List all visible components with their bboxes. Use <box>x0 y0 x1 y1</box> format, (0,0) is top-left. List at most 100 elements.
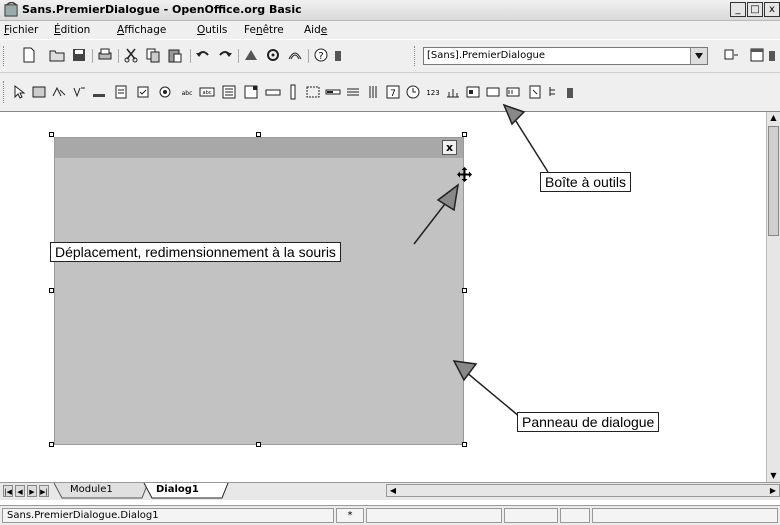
help-icon[interactable]: ? <box>312 46 330 64</box>
save-icon[interactable] <box>70 46 88 64</box>
resize-handle-top-right[interactable] <box>462 132 467 137</box>
select-module-icon[interactable] <box>722 46 740 64</box>
menu-edition[interactable]: Édition <box>54 24 90 36</box>
open-folder-icon[interactable] <box>48 46 66 64</box>
svg-text:?: ? <box>318 51 323 62</box>
menu-bar: Fichier Édition Affichage Outils Fenêtre… <box>0 21 780 39</box>
vertical-scrollbar[interactable]: ▲ ▼ <box>766 112 780 482</box>
copy-icon[interactable] <box>144 46 162 64</box>
currency-field-icon[interactable] <box>444 83 462 101</box>
window-title: Sans.PremierDialogue - OpenOffice.org Ba… <box>22 3 302 16</box>
cut-icon[interactable] <box>122 46 140 64</box>
vertical-line-icon[interactable] <box>364 83 382 101</box>
macros-icon[interactable] <box>264 46 282 64</box>
svg-text:7: 7 <box>390 89 396 99</box>
textbox-control-icon[interactable]: abc <box>198 83 216 101</box>
scroll-up-icon[interactable]: ▲ <box>767 112 780 124</box>
redo-icon[interactable] <box>216 46 234 64</box>
resize-handle-bottom-left[interactable] <box>49 442 54 447</box>
callout-move-resize: Déplacement, redimensionnement à la sour… <box>50 242 341 262</box>
new-document-icon[interactable] <box>20 46 38 64</box>
checkbox-group-icon[interactable] <box>50 83 68 101</box>
svg-text:abc: abc <box>182 90 193 97</box>
status-bar: Sans.PremierDialogue.Dialog1 * <box>0 505 780 525</box>
title-bar: Sans.PremierDialogue - OpenOffice.org Ba… <box>0 0 780 21</box>
tree-control-icon[interactable] <box>546 83 564 101</box>
insert-dialog-icon[interactable] <box>748 46 766 64</box>
resize-handle-right[interactable] <box>462 288 467 293</box>
undo-icon[interactable] <box>194 46 212 64</box>
file-selection-icon[interactable] <box>504 83 522 101</box>
image-control-icon[interactable] <box>30 83 48 101</box>
listbox-icon[interactable] <box>220 83 238 101</box>
toolbar-grip[interactable] <box>3 81 6 103</box>
move-cursor-icon <box>457 167 472 182</box>
progress-bar-icon[interactable] <box>324 83 342 101</box>
callout-toolbox: Boîte à outils <box>540 172 631 192</box>
scroll-down-icon[interactable]: ▼ <box>767 470 780 482</box>
text-field-icon[interactable] <box>112 83 130 101</box>
toolbar-overflow-icon[interactable] <box>566 83 574 101</box>
toolbar-grip[interactable] <box>414 46 417 66</box>
scrollbar-thumb[interactable] <box>768 126 779 236</box>
horizontal-scrollbar[interactable]: ◀ ▶ <box>386 484 780 497</box>
status-field <box>592 508 778 523</box>
scroll-right-icon[interactable]: ▶ <box>767 485 779 496</box>
menu-affichage[interactable]: Affichage <box>117 24 166 36</box>
print-icon[interactable] <box>96 46 114 64</box>
resize-handle-bottom-right[interactable] <box>462 442 467 447</box>
form-properties-icon[interactable] <box>526 83 544 101</box>
tab-module1[interactable]: Module1 <box>64 483 119 498</box>
close-window-button[interactable]: x <box>764 2 780 17</box>
resize-handle-top[interactable] <box>256 132 261 137</box>
controls-toolbox: abc abc 7 123 <box>0 73 780 112</box>
library-combo[interactable]: [Sans].PremierDialogue <box>423 47 708 65</box>
select-pointer-icon[interactable] <box>10 83 28 101</box>
callout-dialog-panel: Panneau de dialogue <box>517 412 660 432</box>
menu-aide[interactable]: Aide <box>304 24 327 36</box>
time-field-icon[interactable] <box>404 83 422 101</box>
toolbar-overflow-icon[interactable] <box>334 46 342 64</box>
scroll-left-icon[interactable]: ◀ <box>387 485 399 496</box>
pattern-field-icon[interactable] <box>484 83 502 101</box>
combobox-icon[interactable] <box>242 83 260 101</box>
checkbox-control-icon[interactable] <box>134 83 152 101</box>
menu-fenetre[interactable]: Fenêtre <box>244 24 284 36</box>
modules-icon[interactable] <box>286 46 304 64</box>
numeric-field-icon[interactable]: 123 <box>424 83 442 101</box>
option-button-icon[interactable] <box>156 83 174 101</box>
resize-handle-top-left[interactable] <box>49 132 54 137</box>
horizontal-scrollbar-icon[interactable] <box>264 83 282 101</box>
last-tab-icon[interactable]: ▶| <box>39 485 49 497</box>
menu-outils[interactable]: Outils <box>197 24 227 36</box>
first-tab-icon[interactable]: |◀ <box>3 485 13 497</box>
paste-icon[interactable] <box>166 46 184 64</box>
dialog-panel[interactable]: x <box>54 137 464 445</box>
resize-handle-bottom[interactable] <box>256 442 261 447</box>
toolbar-grip[interactable] <box>3 46 6 66</box>
dialog-titlebar[interactable]: x <box>55 138 463 158</box>
dialog-close-button[interactable]: x <box>442 140 457 155</box>
maximize-button[interactable]: □ <box>747 2 763 17</box>
status-modified: * <box>336 508 364 523</box>
vertical-scrollbar-icon[interactable] <box>284 83 302 101</box>
navigator-icon[interactable] <box>242 46 260 64</box>
chevron-down-icon[interactable] <box>690 48 707 64</box>
fixed-text-icon[interactable]: abc <box>178 83 196 101</box>
resize-handle-left[interactable] <box>49 288 54 293</box>
prev-tab-icon[interactable]: ◀ <box>15 485 25 497</box>
minimize-button[interactable]: _ <box>730 2 746 17</box>
menu-fichier[interactable]: Fichier <box>4 24 38 36</box>
status-location: Sans.PremierDialogue.Dialog1 <box>2 508 334 523</box>
status-field <box>560 508 590 523</box>
formatted-field-icon[interactable] <box>464 83 482 101</box>
horizontal-line-icon[interactable] <box>344 83 362 101</box>
button-control-icon[interactable] <box>90 83 108 101</box>
label-control-icon[interactable] <box>70 83 88 101</box>
library-combo-value: [Sans].PremierDialogue <box>427 50 546 61</box>
date-field-icon[interactable]: 7 <box>384 83 402 101</box>
next-tab-icon[interactable]: ▶ <box>27 485 37 497</box>
tab-dialog1[interactable]: Dialog1 <box>150 483 205 498</box>
group-box-icon[interactable] <box>304 83 322 101</box>
toolbar-overflow-icon[interactable] <box>768 46 776 64</box>
